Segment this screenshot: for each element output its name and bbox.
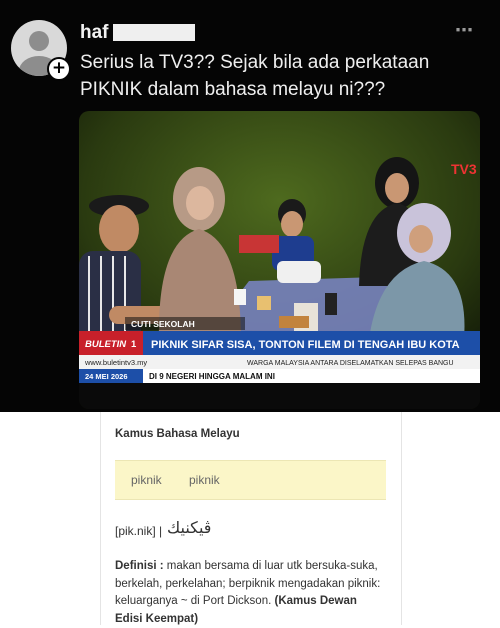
pronunciation: [pik.nik] | — [115, 523, 162, 539]
post-text: Serius la TV3?? Sejak bila ada perkataan… — [80, 49, 480, 103]
channel-logo: TV3 — [451, 161, 477, 177]
news-screenshot-image[interactable]: TV3 CUTI SEKOLAH BULETIN 1 PIKNIK SIFAR … — [79, 111, 480, 409]
definition-source: (Kamus Dewan — [274, 595, 356, 607]
news-broadcast-scene: TV3 CUTI SEKOLAH BULETIN 1 PIKNIK SIFAR … — [79, 111, 480, 409]
ticker-url: www.buletintv3.my — [84, 358, 147, 367]
post-text-line: Serius la TV3?? Sejak bila ada perkataan — [80, 49, 480, 76]
dictionary-title: Kamus Bahasa Melayu — [115, 427, 240, 441]
definition-line: makan bersama di luar utk bersuka-suka, — [164, 560, 378, 572]
ticker-subline-1: DI 9 NEGERI HINGGA MALAM INI — [149, 372, 275, 381]
ticker-kicker: CUTI SEKOLAH — [131, 319, 195, 329]
ticker-brand: BULETIN — [85, 339, 127, 350]
more-options-icon[interactable]: ⋯ — [455, 22, 474, 40]
jawi-script: ڤيكنيك — [167, 517, 211, 539]
definition-label: Definisi : — [115, 560, 164, 572]
dictionary-entry-band: piknik piknik — [115, 460, 386, 500]
entry-word[interactable]: piknik — [131, 473, 162, 487]
ticker-subline-2: WARGA MALAYSIA ANTARA DISELAMATKAN SELEP… — [247, 360, 454, 367]
ticker-brand-number: 1 — [131, 339, 137, 350]
follow-plus-icon[interactable]: + — [47, 57, 71, 81]
username[interactable]: haf — [80, 22, 109, 44]
ticker-date: 24 MEI 2026 — [85, 372, 128, 381]
definition-source: Edisi Keempat) — [115, 611, 398, 628]
definition-line: berkelah, perkelahan; berpiknik mengadak… — [115, 576, 398, 594]
social-post: + haf ⋯ Serius la TV3?? Sejak bila ada p… — [0, 0, 500, 412]
avatar-head-shape — [29, 31, 49, 51]
definition: Definisi : makan bersama di luar utk ber… — [115, 558, 398, 628]
dictionary-card: Kamus Bahasa Melayu piknik piknik [pik.n… — [100, 412, 402, 625]
entry-word[interactable]: piknik — [189, 473, 220, 487]
redacted-username-block — [113, 24, 195, 41]
post-text-line: PIKNIK dalam bahasa melayu ni??? — [80, 76, 480, 103]
definition-line: keluarganya ~ di Port Dickson. — [115, 595, 274, 607]
ticker-headline: PIKNIK SIFAR SISA, TONTON FILEM DI TENGA… — [151, 339, 460, 351]
